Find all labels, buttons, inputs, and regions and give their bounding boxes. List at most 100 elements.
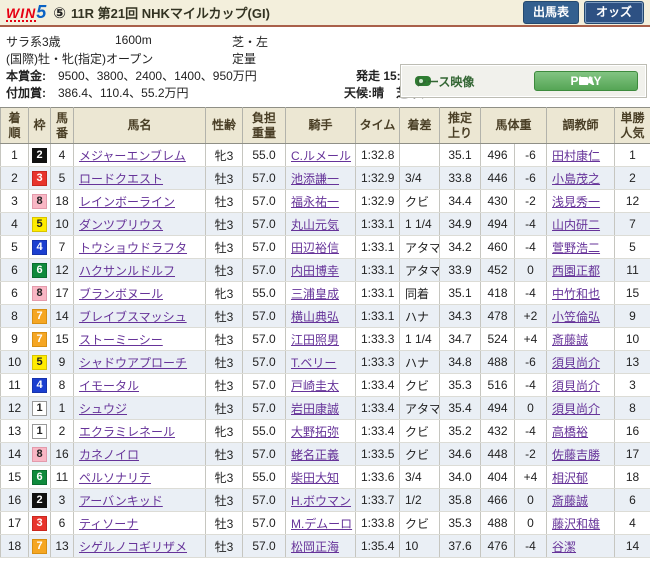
jockey-link[interactable]: 戸崎圭太 <box>291 379 339 393</box>
jockey-link[interactable]: 三浦皇成 <box>291 287 339 301</box>
entry-table-button[interactable]: 出馬表 <box>522 0 579 25</box>
added-prize-values: 386.4、110.4、55.2万円 <box>58 86 189 100</box>
jockey-link[interactable]: M.デムーロ <box>291 517 352 531</box>
horse-name-link[interactable]: ストーミーシー <box>79 333 163 347</box>
horse-name-cell: レインボーライン <box>73 189 206 213</box>
sex-age-cell: 牡3 <box>205 511 243 535</box>
finish-position-cell: 8 <box>0 304 29 328</box>
finish-position-cell: 5 <box>0 235 29 259</box>
margin-cell: 1/2 <box>399 488 440 512</box>
jockey-cell: 池添謙一 <box>285 166 356 190</box>
horse-weight-cell: 446 <box>480 166 515 190</box>
jockey-link[interactable]: 池添謙一 <box>291 172 339 186</box>
favorite-cell: 12 <box>614 189 650 213</box>
favorite-cell: 15 <box>614 281 650 305</box>
trainer-link[interactable]: 須貝尚介 <box>552 402 600 416</box>
weight-diff-cell: +2 <box>513 304 548 328</box>
horse-name-link[interactable]: ペルソナリテ <box>79 471 151 485</box>
trainer-link[interactable]: 須貝尚介 <box>552 356 600 370</box>
horse-name-link[interactable]: イモータル <box>79 379 139 393</box>
time-cell: 1:33.7 <box>355 488 400 512</box>
jockey-link[interactable]: 内田博幸 <box>291 264 339 278</box>
results-table: 着 順枠馬 番馬名 性齢 負担 重量 騎手 タイム 着差 推定 上り 馬体重 調教師 単勝 人気 … <box>0 107 650 558</box>
jockey-link[interactable]: 横山典弘 <box>291 310 339 324</box>
jockey-link[interactable]: 田辺裕信 <box>291 241 339 255</box>
jockey-link[interactable]: 大野拓弥 <box>291 425 339 439</box>
horse-number-cell: 17 <box>50 281 74 305</box>
jockey-link[interactable]: 蛯名正義 <box>291 448 339 462</box>
horse-name-link[interactable]: ブランボヌール <box>79 287 163 301</box>
horse-name-link[interactable]: ティソーナ <box>79 517 138 531</box>
trainer-link[interactable]: 須貝尚介 <box>552 379 600 393</box>
trainer-link[interactable]: 斎藤誠 <box>552 333 588 347</box>
frame-cell: 5 <box>28 212 51 236</box>
weight-cell: 55.0 <box>242 143 286 167</box>
column-header-name: 馬名 <box>73 107 206 144</box>
weight-cell: 57.0 <box>242 534 286 558</box>
horse-name-cell: ティソーナ <box>73 511 206 535</box>
horse-weight-cell: 418 <box>480 281 515 305</box>
jockey-link[interactable]: 丸山元気 <box>291 218 339 232</box>
sex-age-cell: 牡3 <box>205 534 243 558</box>
prize-label: 本賞金: <box>6 69 46 83</box>
trainer-link[interactable]: 萱野浩二 <box>552 241 600 255</box>
jockey-link[interactable]: 柴田大知 <box>291 471 339 485</box>
column-header-trainer: 調教師 <box>546 107 616 144</box>
trainer-link[interactable]: 山内研二 <box>552 218 600 232</box>
horse-name-link[interactable]: ロードクエスト <box>79 172 163 186</box>
horse-name-cell: ダンツプリウス <box>73 212 206 236</box>
horse-name-link[interactable]: トウショウドラフタ <box>79 241 187 255</box>
horse-name-link[interactable]: カネノイロ <box>79 448 139 462</box>
trainer-link[interactable]: 小島茂之 <box>552 172 600 186</box>
last3f-cell: 34.2 <box>439 235 481 259</box>
trainer-link[interactable]: 藤沢和雄 <box>552 517 600 531</box>
jockey-link[interactable]: T.ベリー <box>291 356 336 370</box>
time-cell: 1:33.6 <box>355 465 400 489</box>
jockey-link[interactable]: 福永祐一 <box>291 195 339 209</box>
jockey-link[interactable]: H.ボウマン <box>291 494 351 508</box>
finish-position-cell: 6 <box>0 281 29 305</box>
trainer-link[interactable]: 高橋裕 <box>552 425 588 439</box>
jockey-link[interactable]: C.ルメール <box>291 149 351 163</box>
horse-name-link[interactable]: アーバンキッド <box>79 494 163 508</box>
play-button[interactable]: PLAY <box>534 71 638 91</box>
result-row: 4 5 10 ダンツプリウス 牡3 57.0 丸山元気 1:33.1 1 1/4 34.9 494-… <box>0 212 650 236</box>
trainer-link[interactable]: 中竹和也 <box>552 287 600 301</box>
frame-badge: 7 <box>32 308 47 324</box>
horse-name-link[interactable]: ブレイブスマッシュ <box>79 310 187 324</box>
favorite-cell: 16 <box>614 419 650 443</box>
horse-name-link[interactable]: ハクサンルドルフ <box>79 264 175 278</box>
jockey-link[interactable]: 松岡正海 <box>291 540 339 554</box>
horse-name-link[interactable]: エクラミレネール <box>79 425 175 439</box>
horse-name-link[interactable]: シャドウアプローチ <box>79 356 187 370</box>
trainer-link[interactable]: 佐藤吉勝 <box>552 448 600 462</box>
jockey-link[interactable]: 岩田康誠 <box>291 402 339 416</box>
finish-position-cell: 2 <box>0 166 29 190</box>
horse-name-cell: シュウジ <box>73 396 206 420</box>
trainer-link[interactable]: 田村康仁 <box>552 149 600 163</box>
trainer-link[interactable]: 斎藤誠 <box>552 494 588 508</box>
margin-cell: ハナ <box>399 304 440 328</box>
trainer-link[interactable]: 浅見秀一 <box>552 195 600 209</box>
trainer-link[interactable]: 小笠倫弘 <box>552 310 600 324</box>
frame-badge: 6 <box>32 469 47 485</box>
trainer-link[interactable]: 相沢郁 <box>552 471 588 485</box>
horse-name-link[interactable]: ダンツプリウス <box>79 218 163 232</box>
jockey-link[interactable]: 江田照男 <box>291 333 339 347</box>
jockey-cell: 江田照男 <box>285 327 356 351</box>
weight-cell: 57.0 <box>242 212 286 236</box>
odds-button[interactable]: オッズ <box>583 0 644 25</box>
column-header-frame: 枠 <box>28 107 51 144</box>
weight-diff-cell: +4 <box>513 465 548 489</box>
margin-cell: アタマ <box>399 396 440 420</box>
jockey-cell: 三浦皇成 <box>285 281 356 305</box>
trainer-link[interactable]: 西園正都 <box>552 264 600 278</box>
horse-name-link[interactable]: シュウジ <box>79 402 127 416</box>
horse-name-link[interactable]: メジャーエンブレム <box>79 149 186 163</box>
trainer-link[interactable]: 谷潔 <box>552 540 576 554</box>
horse-name-link[interactable]: シゲルノコギリザメ <box>79 540 187 554</box>
weight-cell: 57.0 <box>242 488 286 512</box>
time-cell: 1:32.8 <box>355 143 400 167</box>
horse-name-link[interactable]: レインボーライン <box>79 195 175 209</box>
weight-cell: 57.0 <box>242 235 286 259</box>
